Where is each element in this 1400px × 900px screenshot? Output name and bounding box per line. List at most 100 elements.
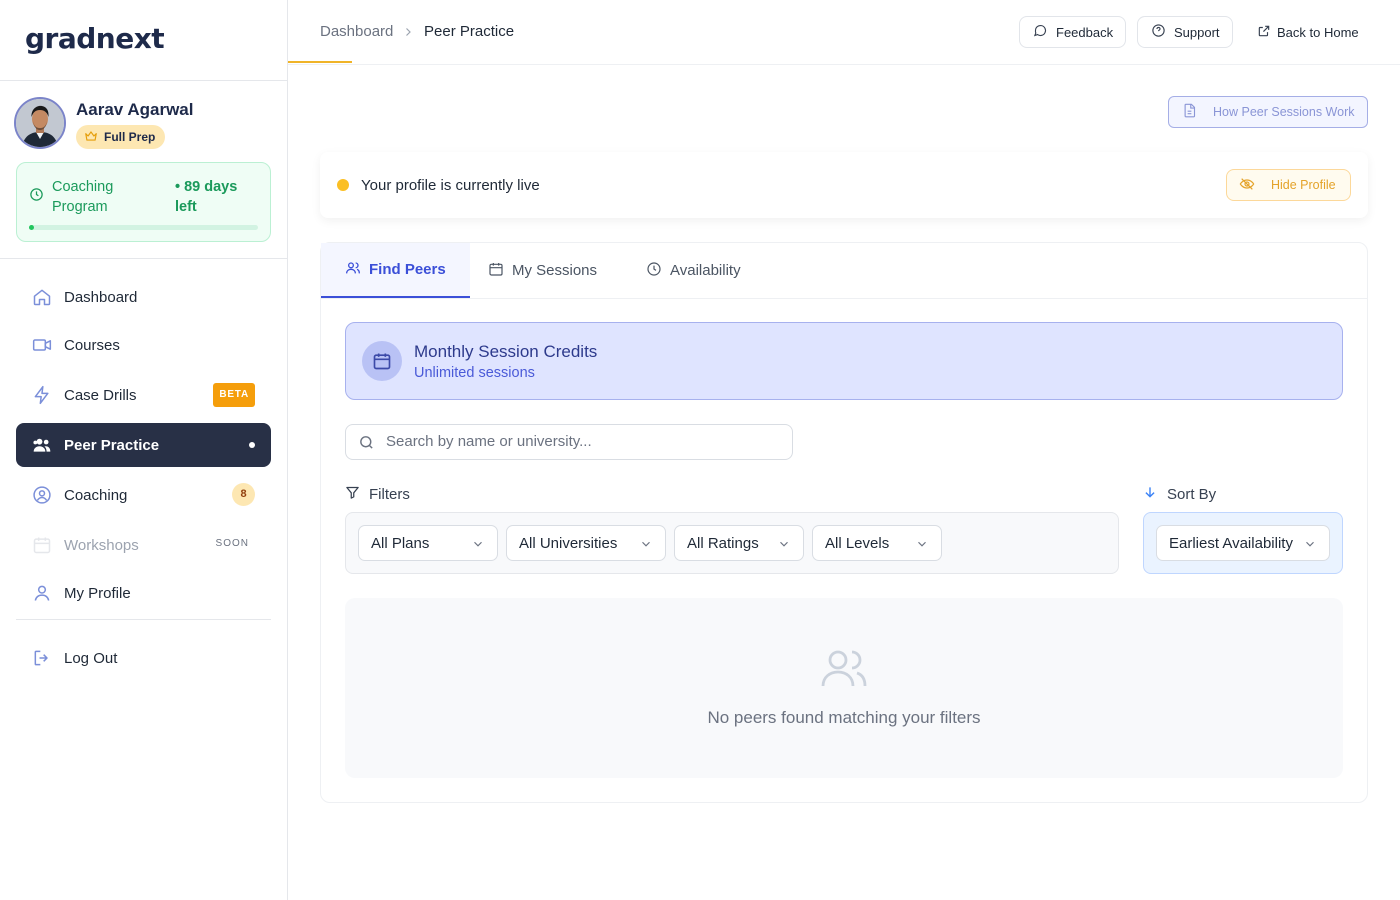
sidebar-item-label: Case Drills (64, 386, 137, 404)
rating-filter-select[interactable]: All Ratings (674, 525, 804, 561)
eye-off-icon (1239, 176, 1255, 195)
message-icon (1033, 23, 1048, 41)
feedback-button[interactable]: Feedback (1019, 16, 1127, 48)
select-value: Earliest Availability (1169, 534, 1293, 552)
sidebar-item-coaching[interactable]: Coaching 8 (16, 473, 271, 517)
university-filter-select[interactable]: All Universities (506, 525, 666, 561)
sidebar-item-label: My Profile (64, 584, 131, 602)
tab-label: Availability (670, 262, 741, 279)
chevron-down-icon (1303, 537, 1317, 555)
empty-state: No peers found matching your filters (345, 598, 1343, 778)
calendar-icon (488, 261, 504, 281)
coaching-count-badge: 8 (232, 483, 255, 506)
beta-badge: BETA (213, 383, 255, 407)
sidebar-item-case-drills[interactable]: Case Drills BETA (16, 373, 271, 417)
peer-search (345, 424, 793, 460)
document-icon (1182, 103, 1197, 121)
active-indicator-dot (249, 442, 255, 448)
tab-find-peers[interactable]: Find Peers (321, 243, 470, 298)
soon-tag: SOON (215, 538, 249, 549)
select-value: All Universities (519, 534, 618, 552)
sidebar-item-dashboard[interactable]: Dashboard (16, 275, 271, 319)
coaching-progress-bar (29, 225, 258, 230)
chevron-right-icon (402, 25, 414, 44)
calendar-icon (362, 341, 402, 381)
support-button[interactable]: Support (1137, 16, 1233, 48)
plan-filter-select[interactable]: All Plans (358, 525, 498, 561)
clock-icon (29, 187, 44, 207)
how-peer-sessions-work-label: How Peer Sessions Work (1213, 105, 1355, 119)
avatar[interactable] (14, 97, 66, 149)
users-icon (345, 260, 361, 280)
search-input[interactable] (386, 433, 776, 450)
logo[interactable]: gradnext (25, 22, 165, 55)
sort-container: Earliest Availability (1143, 512, 1343, 574)
coaching-program-card[interactable]: Coaching Program • 89 days left (16, 162, 271, 242)
top-bar: Dashboard Peer Practice Feedback Support… (288, 0, 1400, 65)
search-icon (358, 434, 375, 456)
user-icon (32, 583, 52, 603)
support-label: Support (1174, 24, 1220, 40)
coaching-progress-fill (29, 225, 34, 230)
credits-title: Monthly Session Credits (414, 342, 598, 361)
chevron-down-icon (915, 537, 929, 555)
sidebar-item-label: Workshops (64, 536, 139, 554)
peer-practice-panel: Find Peers My Sessions Availability Mont… (320, 242, 1368, 803)
plan-badge: Full Prep (76, 125, 166, 149)
select-value: All Plans (371, 534, 430, 552)
filters-label: Filters (369, 486, 410, 503)
level-filter-select[interactable]: All Levels (812, 525, 942, 561)
back-to-home-link[interactable]: Back to Home (1257, 16, 1359, 48)
breadcrumb-underline (288, 61, 352, 63)
tab-availability[interactable]: Availability (622, 243, 765, 298)
external-link-icon (1257, 24, 1271, 41)
sidebar-item-label: Coaching (64, 486, 128, 504)
divider (16, 619, 271, 620)
logout-icon (32, 648, 52, 668)
sidebar-item-courses[interactable]: Courses (16, 323, 271, 367)
sidebar-item-log-out[interactable]: Log Out (16, 636, 271, 680)
empty-state-message: No peers found matching your filters (707, 708, 981, 727)
sort-select[interactable]: Earliest Availability (1156, 525, 1330, 561)
user-name: Aarav Agarwal (76, 100, 194, 119)
chevron-down-icon (639, 537, 653, 555)
session-credits-banner: Monthly Session Credits Unlimited sessio… (345, 322, 1343, 400)
profile-status-card: Your profile is currently live Hide Prof… (320, 152, 1368, 218)
chevron-down-icon (471, 537, 485, 555)
sidebar-item-label: Dashboard (64, 288, 138, 306)
sidebar-item-workshops: Workshops SOON (16, 523, 271, 567)
coaching-days-left: • 89 days left (175, 179, 238, 215)
users-icon (820, 646, 868, 695)
how-peer-sessions-work-button[interactable]: How Peer Sessions Work (1168, 96, 1368, 128)
arrow-down-icon (1143, 485, 1157, 503)
coaching-program-label: Coaching Program (52, 179, 114, 215)
tab-my-sessions[interactable]: My Sessions (464, 243, 621, 298)
select-value: All Ratings (687, 534, 759, 552)
help-circle-icon (1151, 23, 1166, 41)
users-icon (32, 435, 52, 455)
video-icon (32, 335, 52, 355)
breadcrumb-current: Peer Practice (424, 23, 515, 40)
live-status-text: Your profile is currently live (361, 177, 540, 194)
filters-container: All Plans All Universities All Ratings A… (345, 512, 1119, 574)
sidebar-item-label: Courses (64, 336, 120, 354)
sidebar-item-peer-practice[interactable]: Peer Practice (16, 423, 271, 467)
tab-bar: Find Peers My Sessions Availability (321, 243, 1367, 299)
divider (0, 258, 287, 259)
feedback-label: Feedback (1056, 24, 1114, 40)
tab-label: My Sessions (512, 262, 598, 279)
filters-heading: Filters (345, 485, 410, 504)
hide-profile-button[interactable]: Hide Profile (1226, 169, 1351, 201)
bolt-icon (32, 385, 52, 405)
filter-icon (345, 485, 360, 504)
sort-heading: Sort By (1143, 485, 1216, 503)
breadcrumb-dashboard[interactable]: Dashboard (320, 23, 393, 40)
select-value: All Levels (825, 534, 890, 552)
sidebar-item-label: Log Out (64, 649, 118, 667)
back-to-home-label: Back to Home (1277, 24, 1359, 40)
clock-icon (646, 261, 662, 281)
calendar-icon (32, 535, 52, 555)
crown-icon (84, 129, 98, 146)
divider (0, 80, 287, 81)
sidebar-item-my-profile[interactable]: My Profile (16, 571, 271, 615)
